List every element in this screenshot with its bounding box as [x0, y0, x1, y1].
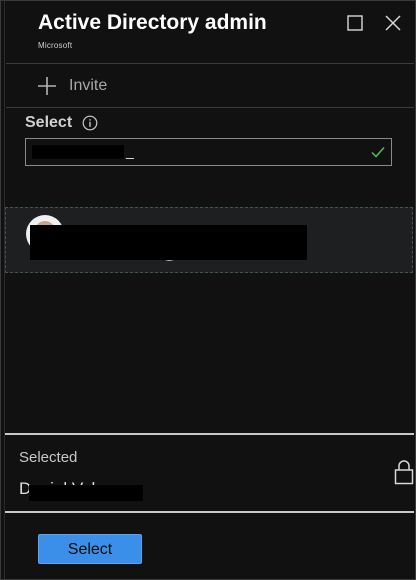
panel-left-accent: [4, 1, 5, 579]
lock-icon: [394, 460, 414, 485]
header-divider: [6, 63, 414, 64]
plus-icon: [38, 77, 56, 95]
close-icon: [385, 15, 401, 31]
panel-title: Active Directory admin: [38, 11, 267, 34]
toolbar-divider: [6, 107, 414, 108]
selected-heading: Selected: [19, 449, 78, 466]
invite-button[interactable]: Invite: [37, 74, 107, 98]
maximize-button[interactable]: [347, 15, 363, 31]
search-value-suffix: _: [126, 143, 134, 159]
footer-divider: [5, 511, 414, 513]
maximize-icon: [347, 15, 363, 31]
redacted-user-name: [30, 225, 307, 260]
panel-subtitle: Microsoft: [38, 41, 73, 50]
redacted-search-text: [32, 145, 124, 159]
info-icon[interactable]: [82, 115, 98, 131]
select-button[interactable]: Select: [38, 534, 142, 564]
invite-label: Invite: [69, 77, 108, 94]
close-button[interactable]: [384, 14, 402, 32]
redacted-selected-name: [29, 485, 143, 501]
search-box[interactable]: _: [25, 138, 392, 166]
user-result-row[interactable]: danielva@microsoft.com: [5, 207, 413, 273]
ad-admin-panel: Active Directory admin Microsoft Invite …: [0, 0, 416, 580]
checkmark-icon: [371, 147, 385, 158]
select-field-label: Select: [25, 114, 73, 131]
selected-section-divider: [5, 433, 414, 435]
